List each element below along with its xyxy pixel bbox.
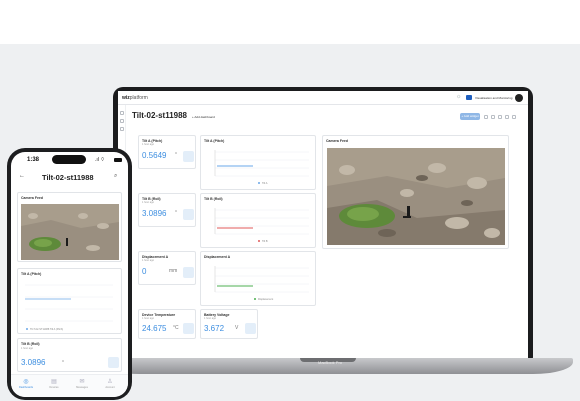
nav-messages[interactable]: ✉ Messages [71, 378, 93, 389]
ruler-icon [183, 267, 194, 278]
widget-displacement-chart[interactable]: Displacement A Displacement [200, 251, 316, 306]
mobile-tilt-b-card[interactable]: Tilt B (Roll) 1 hour ago 3.0896 ° [17, 338, 122, 372]
add-widget-button[interactable]: + Add widget [460, 113, 480, 120]
widget-tilt-b-value[interactable]: Tilt B (Roll) 1 hour ago 3.0896 ° [138, 193, 196, 227]
legend-dot [254, 298, 256, 300]
mobile-camera-card[interactable]: Camera Feed [17, 192, 122, 262]
widget-tilt-a-value[interactable]: Tilt A (Pitch) 1 hour ago 0.5649 ° [138, 135, 196, 169]
card-subtitle: 1 hour ago [21, 347, 33, 350]
mobile-page-title: Tilt-02-st11988 [42, 173, 94, 182]
widget-value: 0 [142, 267, 147, 276]
nav-dashboards[interactable]: ◎ Dashboards [15, 378, 37, 389]
share-icon[interactable] [498, 115, 502, 119]
sidebar-settings-icon[interactable] [120, 127, 124, 131]
mobile-tilt-a-chart: TILT-02-ST11988 Tilt A (Pitch) [25, 284, 113, 331]
widget-displacement-value[interactable]: Displacement A 1 hour ago 0 mm [138, 251, 196, 285]
thermometer-icon [183, 323, 194, 334]
camera-image [327, 148, 505, 245]
nav-devices[interactable]: ▤ Devices [43, 378, 65, 389]
angle-icon [183, 209, 194, 220]
widget-unit: V [235, 325, 239, 331]
account-icon: ♙ [107, 379, 113, 385]
widget-unit: mm [169, 268, 178, 274]
widget-subtitle: 1 hour ago [142, 259, 154, 262]
widget-unit: ° [175, 210, 177, 216]
widget-tilt-b-chart[interactable]: Tilt B (Roll) Tilt B [200, 193, 316, 248]
grid-icon[interactable] [484, 115, 488, 119]
laptop-brand-label: MacBook Pro [317, 360, 342, 365]
battery-icon [114, 158, 122, 162]
org-selector[interactable]: Visualisation and Monitoring [475, 96, 512, 100]
sidebar-dashboards-icon[interactable] [120, 111, 124, 115]
add-dashboard-button[interactable]: + Add dashboard [192, 115, 215, 119]
widget-tilt-a-chart[interactable]: Tilt A (Pitch) Tilt A [200, 135, 316, 190]
mobile-app: 1:38 .ıl ⌔ ← Tilt-02-st11988 ⌕ Camera Fe… [11, 152, 128, 397]
bottom-nav: ◎ Dashboards ▤ Devices ✉ Messages ♙ Acco… [11, 374, 128, 397]
bell-icon[interactable]: ☼ [456, 94, 462, 100]
widget-subtitle: 1 hour ago [204, 317, 216, 320]
widget-unit: °C [173, 325, 179, 331]
widget-device-temperature[interactable]: Device Temperature 1 hour ago 24.675 °C [138, 309, 196, 339]
chart-legend: TILT-02-ST11988 Tilt A (Pitch) [30, 328, 63, 331]
sidebar-devices-icon[interactable] [120, 119, 124, 123]
tilt-b-chart: Tilt B [214, 208, 309, 243]
chevron-down-icon[interactable]: ⌄ [182, 113, 185, 118]
delete-icon[interactable] [512, 115, 516, 119]
widget-title: Tilt B (Roll) [204, 197, 223, 201]
widget-value: 3.672 [204, 324, 225, 333]
top-bar: wizplatform ☼ Visualisation and Monitori… [118, 91, 528, 105]
mobile-camera-image [21, 204, 119, 260]
chart-legend: Displacement [258, 298, 273, 301]
chart-legend: Tilt A [262, 182, 268, 185]
legend-dot [258, 240, 260, 242]
widget-subtitle: 1 hour ago [142, 201, 154, 204]
widget-value: 0.5649 [142, 151, 167, 160]
widget-value: 3.0896 [142, 209, 167, 218]
chart-legend: Tilt B [262, 240, 268, 243]
widget-value: 24.675 [142, 324, 167, 333]
dashboard-icon: ◎ [23, 379, 29, 385]
card-unit: ° [62, 360, 64, 366]
nav-account[interactable]: ♙ Account [99, 378, 121, 389]
org-icon [466, 95, 472, 100]
angle-icon [183, 151, 194, 162]
dashboard-title[interactable]: Tilt-02-st11988 [132, 111, 187, 120]
dynamic-island [52, 155, 86, 164]
card-title: Camera Feed [21, 196, 43, 200]
widget-title: Tilt A (Pitch) [204, 139, 225, 143]
avatar[interactable] [515, 94, 523, 102]
widget-unit: ° [175, 152, 177, 158]
battery-icon [245, 323, 256, 334]
messages-icon: ✉ [79, 379, 85, 385]
widget-camera-feed[interactable]: Camera Feed [322, 135, 509, 249]
edit-icon[interactable] [491, 115, 495, 119]
app-logo[interactable]: wizplatform [122, 95, 148, 101]
status-time: 1:38 [27, 157, 40, 163]
card-title: Tilt A (Pitch) [21, 272, 42, 276]
widget-subtitle: 1 hour ago [142, 317, 154, 320]
settings-icon[interactable] [505, 115, 509, 119]
widget-battery-voltage[interactable]: Battery Voltage 1 hour ago 3.672 V [200, 309, 258, 339]
mobile-tilt-a-card[interactable]: Tilt A (Pitch) TILT-02-ST11988 Tilt A (P… [17, 268, 122, 334]
card-value: 3.0896 [21, 358, 46, 367]
legend-dot [26, 328, 28, 330]
web-app: wizplatform ☼ Visualisation and Monitori… [118, 91, 528, 358]
widget-subtitle: 1 hour ago [142, 143, 154, 146]
widget-title: Camera Feed [326, 139, 348, 143]
back-arrow-icon[interactable]: ← [19, 173, 25, 179]
devices-icon: ▤ [51, 379, 57, 385]
angle-icon [108, 357, 119, 368]
tilt-a-chart: Tilt A [214, 150, 309, 185]
signal-wifi-icon: .ıl ⌔ [95, 157, 105, 163]
widget-title: Displacement A [204, 255, 231, 259]
search-icon[interactable]: ⌕ [114, 173, 117, 180]
card-title: Tilt B (Roll) [21, 342, 40, 346]
displacement-chart: Displacement [214, 266, 309, 301]
legend-dot [258, 182, 260, 184]
